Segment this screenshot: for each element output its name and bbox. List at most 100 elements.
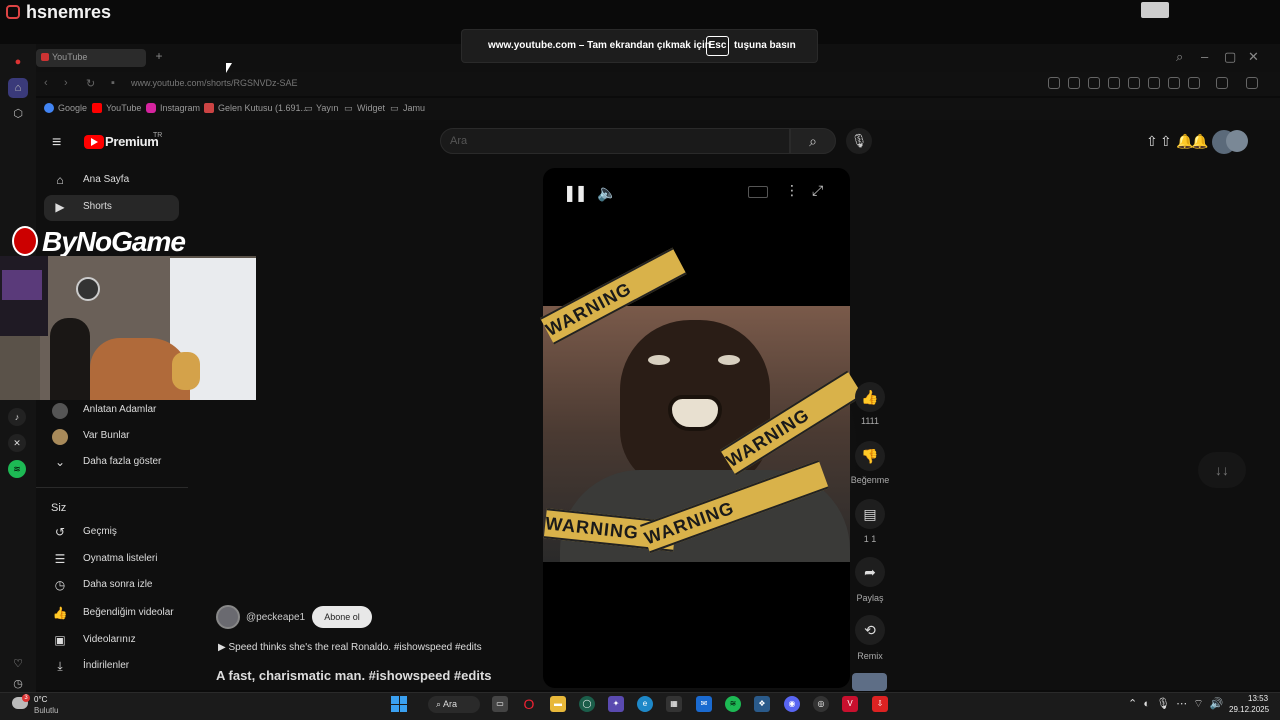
search-button[interactable]: ⌕ bbox=[790, 128, 836, 154]
start-button[interactable] bbox=[391, 696, 407, 712]
sidebar-item-liked[interactable]: 👍 Beğendiğim videolar bbox=[44, 601, 179, 627]
discord-icon[interactable]: ◉ bbox=[784, 696, 800, 712]
bookmark-gmail[interactable]: Gelen Kutusu (1.691... bbox=[218, 103, 308, 113]
weather-condition[interactable]: Bulutlu bbox=[34, 706, 58, 715]
clock-date[interactable]: 29.12.2025 bbox=[1229, 705, 1269, 714]
next-short-button[interactable]: ↓↓ bbox=[1198, 452, 1246, 488]
heart-icon[interactable]: ♡ bbox=[8, 654, 28, 674]
clock-icon[interactable]: ◷ bbox=[8, 674, 28, 694]
edge-icon[interactable]: e bbox=[637, 696, 653, 712]
sidebar-section-you[interactable]: Siz bbox=[51, 502, 66, 514]
bookmark-instagram[interactable]: Instagram bbox=[160, 103, 200, 113]
task-view-icon[interactable]: ▭ bbox=[492, 696, 508, 712]
short-description[interactable]: ▶ Speed thinks she's the real Ronaldo. #… bbox=[218, 642, 482, 653]
copilot-icon[interactable]: ✦ bbox=[608, 696, 624, 712]
minimize-button[interactable]: – bbox=[1201, 49, 1208, 64]
spotify-icon[interactable]: ≋ bbox=[725, 696, 741, 712]
pause-icon[interactable]: ❚❚ bbox=[563, 183, 588, 203]
wallet-icon[interactable] bbox=[1088, 77, 1100, 89]
weather-temperature[interactable]: 0°C bbox=[34, 695, 47, 704]
app-icon[interactable]: ◯ bbox=[579, 696, 595, 712]
download-icon[interactable] bbox=[1148, 77, 1160, 89]
youtube-favicon-icon bbox=[41, 53, 49, 61]
comment-count: 1 1 bbox=[863, 534, 877, 544]
channel-name[interactable]: @peckeape1 bbox=[246, 612, 305, 623]
bookmark-jamu[interactable]: Jamu bbox=[403, 103, 425, 113]
heart-icon[interactable] bbox=[1128, 77, 1140, 89]
sidebar-show-more[interactable]: ⌄ Daha fazla göster bbox=[44, 450, 179, 476]
bookmark-google[interactable]: Google bbox=[58, 103, 87, 113]
upload-icon[interactable]: ⇧ bbox=[1146, 133, 1158, 150]
back-icon[interactable]: ‹ bbox=[44, 77, 48, 89]
tab-youtube[interactable]: YouTube bbox=[36, 49, 146, 67]
sidebar-item-label: Anlatan Adamlar bbox=[83, 404, 157, 415]
subscribe-button[interactable]: Abone ol bbox=[312, 606, 372, 628]
microphone-icon[interactable]: 🎙 bbox=[846, 128, 872, 154]
volume-icon[interactable]: 🔈 bbox=[597, 183, 617, 203]
camera-icon[interactable] bbox=[1068, 77, 1080, 89]
avatar[interactable] bbox=[1226, 130, 1248, 152]
search-tabs-icon[interactable]: ⌕ bbox=[1176, 49, 1183, 65]
opera-logo-icon[interactable]: ● bbox=[8, 52, 28, 72]
sidebar-sub-anlatan-adamlar[interactable]: Anlatan Adamlar bbox=[44, 398, 179, 424]
bookmark-widget[interactable]: Widget bbox=[357, 103, 385, 113]
menu-icon[interactable] bbox=[1168, 77, 1180, 89]
taskbar-search[interactable]: ⌕ Ara bbox=[428, 696, 480, 713]
mail-icon[interactable]: ✉ bbox=[696, 696, 712, 712]
new-tab-button[interactable]: + bbox=[152, 49, 166, 65]
bookmark-youtube[interactable]: YouTube bbox=[106, 103, 141, 113]
x-twitter-icon[interactable]: ✕ bbox=[8, 434, 26, 452]
spotify-icon[interactable]: ≋ bbox=[8, 460, 26, 478]
dislike-button[interactable]: 👎 bbox=[855, 441, 885, 471]
sidebar-item-home[interactable]: ⌂ Ana Sayfa bbox=[44, 168, 179, 194]
file-explorer-icon[interactable]: ▬ bbox=[550, 696, 566, 712]
workspace-icon[interactable]: ⌂ bbox=[8, 78, 28, 98]
system-tray[interactable]: ⌃ ◐ 🎙 ⋯ ⌔ 🔊 bbox=[1128, 697, 1223, 711]
share-button[interactable]: ➦ bbox=[855, 557, 885, 587]
aria-icon[interactable] bbox=[1246, 77, 1258, 89]
forward-icon[interactable]: › bbox=[64, 77, 68, 89]
upload-icon[interactable]: ⇧ bbox=[1160, 133, 1172, 150]
player-icon[interactable] bbox=[1108, 77, 1120, 89]
bell-icon[interactable]: 🔔 bbox=[1191, 133, 1208, 150]
app-icon[interactable]: ◎ bbox=[813, 696, 829, 712]
sound-thumbnail[interactable] bbox=[852, 673, 887, 691]
sidebar-sub-var-bunlar[interactable]: Var Bunlar bbox=[44, 424, 179, 450]
hamburger-menu-icon[interactable]: ≡ bbox=[52, 134, 61, 152]
app-icon[interactable]: V bbox=[842, 696, 858, 712]
remix-button[interactable]: ⟲ bbox=[855, 615, 885, 645]
app-icon[interactable]: ⇩ bbox=[872, 696, 888, 712]
opera-icon[interactable]: O bbox=[521, 696, 537, 712]
more-vert-icon[interactable]: ⋮ bbox=[785, 182, 799, 199]
tiktok-icon[interactable]: ♪ bbox=[8, 408, 26, 426]
maximize-button[interactable]: ▢ bbox=[1224, 49, 1236, 65]
sidebar-item-shorts[interactable]: ▶ Shorts bbox=[44, 195, 179, 221]
shield-icon[interactable]: ⬡ bbox=[8, 104, 28, 124]
sidebar-item-watch-later[interactable]: ◷ Daha sonra izle bbox=[44, 573, 179, 599]
comment-button[interactable]: ▤ bbox=[855, 499, 885, 529]
url-field[interactable]: www.youtube.com/shorts/RGSNVDz-SAE bbox=[131, 78, 298, 88]
extensions-icon[interactable] bbox=[1216, 77, 1228, 89]
playlist-icon: ☰ bbox=[54, 552, 66, 566]
bookmark-yayin[interactable]: Yayın bbox=[316, 103, 338, 113]
fullscreen-icon[interactable]: ⤢ bbox=[812, 182, 823, 199]
clock-time[interactable]: 13:53 bbox=[1248, 694, 1268, 703]
store-icon[interactable]: ▦ bbox=[666, 696, 682, 712]
like-count: 1111 bbox=[860, 416, 880, 426]
taskbar-search-label: Ara bbox=[443, 699, 458, 709]
app-icon[interactable]: ❖ bbox=[754, 696, 770, 712]
youtube-brand[interactable]: Premium bbox=[105, 134, 159, 149]
sidebar-item-history[interactable]: ↺ Geçmiş bbox=[44, 520, 179, 546]
like-button[interactable]: 👍 bbox=[855, 382, 885, 412]
sidebar-item-downloads[interactable]: ⤓ İndirilenler bbox=[44, 654, 179, 680]
close-window-button[interactable]: ✕ bbox=[1248, 49, 1259, 65]
search-input[interactable] bbox=[440, 128, 790, 154]
search-placeholder: Ara bbox=[450, 135, 468, 147]
captions-icon[interactable] bbox=[748, 186, 768, 198]
channel-avatar[interactable] bbox=[216, 605, 240, 629]
vpn-icon[interactable] bbox=[1188, 77, 1200, 89]
sidebar-item-your-videos[interactable]: ▣ Videolarınız bbox=[44, 628, 179, 654]
sidebar-item-playlists[interactable]: ☰ Oynatma listeleri bbox=[44, 547, 179, 573]
reload-icon[interactable]: ↻ bbox=[86, 77, 95, 90]
snapshot-icon[interactable] bbox=[1048, 77, 1060, 89]
